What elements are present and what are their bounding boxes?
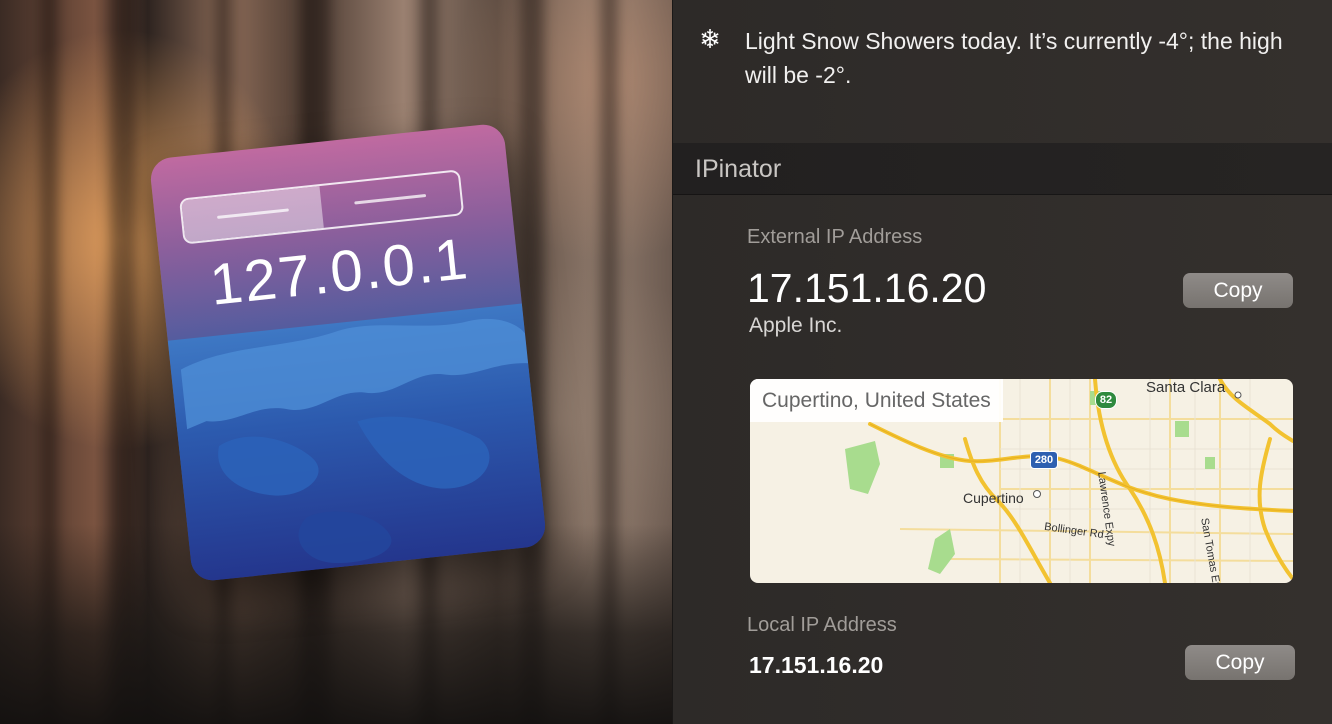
external-ip-organization: Apple Inc. <box>749 314 843 337</box>
external-ip-label: External IP Address <box>747 226 923 248</box>
widget-title: IPinator <box>695 155 782 183</box>
map-label-cupertino: Cupertino <box>963 490 1024 506</box>
copy-local-ip-button[interactable]: Copy <box>1185 645 1295 680</box>
route-82-shield: 82 <box>1095 391 1117 409</box>
ipinator-app-icon[interactable]: 127.0.0.1 <box>148 122 548 583</box>
weather-text: Light Snow Showers today. It’s currently… <box>745 28 1283 88</box>
location-map[interactable]: Cupertino, United States Santa Clara Cup… <box>750 379 1293 583</box>
globe-icon <box>167 303 548 583</box>
external-ip-value: 17.151.16.20 <box>747 265 987 311</box>
interstate-280-shield: 280 <box>1030 451 1058 469</box>
notification-center-panel: ❄ Light Snow Showers today. It’s current… <box>672 0 1332 724</box>
local-ip-label: Local IP Address <box>747 614 897 636</box>
local-ip-value: 17.151.16.20 <box>749 652 884 678</box>
widget-header: IPinator <box>673 143 1332 195</box>
snowflake-icon: ❄ <box>699 24 721 54</box>
map-location-label: Cupertino, United States <box>750 379 1003 422</box>
map-label-santa-clara: Santa Clara <box>1146 379 1226 396</box>
copy-external-ip-button[interactable]: Copy <box>1183 273 1293 308</box>
